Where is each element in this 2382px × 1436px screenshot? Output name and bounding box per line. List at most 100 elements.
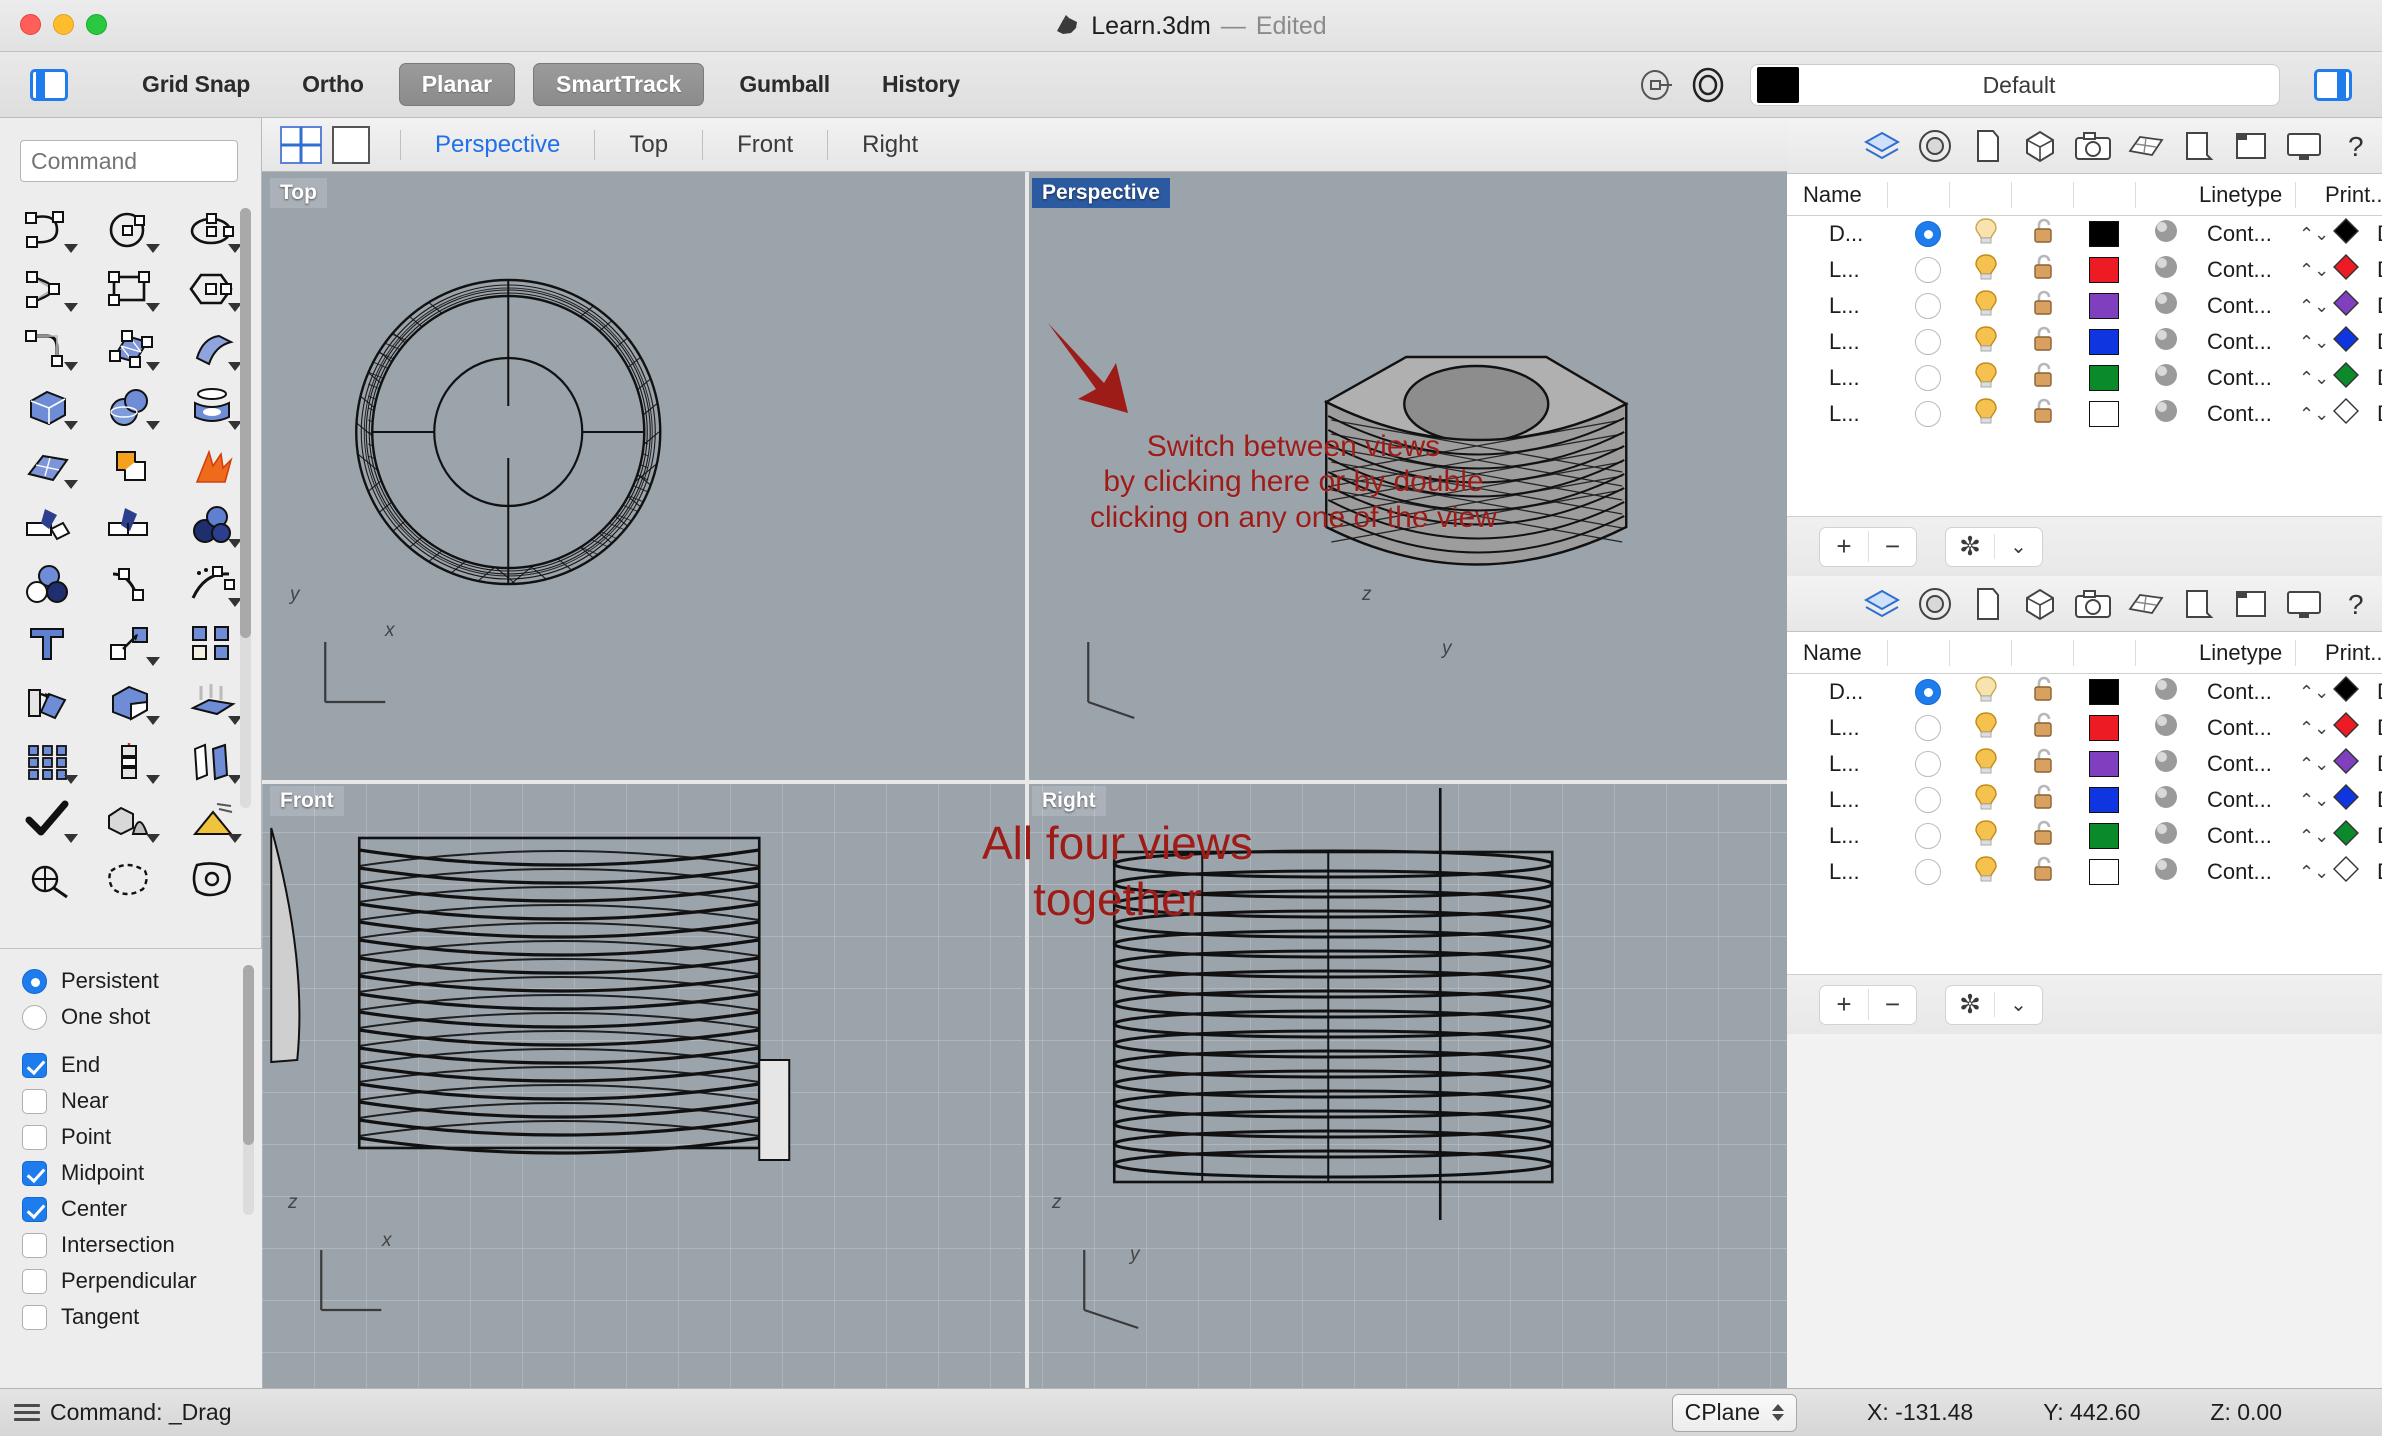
tool-surface-from-points-icon[interactable]	[90, 318, 172, 377]
layer-lock-icon[interactable]	[2031, 325, 2057, 359]
layer-print-color-swatch[interactable]	[2332, 711, 2360, 745]
layer-material-icon[interactable]	[2153, 820, 2179, 852]
layer-current-radio-icon[interactable]	[1915, 293, 1941, 319]
tool-boolean-difference-icon[interactable]	[8, 554, 90, 613]
persistent-radio-icon[interactable]	[22, 968, 47, 994]
layer-color-swatch[interactable]	[2089, 823, 2119, 849]
layer-color-swatch[interactable]	[2089, 787, 2119, 813]
display-mode-icon[interactable]	[1636, 65, 1680, 105]
osnap-intersection[interactable]: Intersection	[22, 1227, 262, 1263]
named-views-tab-icon[interactable]	[2226, 123, 2277, 169]
layer-print-width[interactable]: Default	[2377, 679, 2382, 705]
table-row[interactable]: D... Cont... ⌃⌄ Default	[1787, 674, 2382, 710]
gear-icon[interactable]: ✼	[1946, 531, 1994, 562]
tool-palette-scrollbar[interactable]	[240, 208, 251, 808]
layer-visibility-bulb-icon[interactable]	[1973, 783, 1999, 817]
materials-tab-icon[interactable]	[2121, 581, 2172, 627]
layer-material-icon[interactable]	[2153, 748, 2179, 780]
remove-layer-button[interactable]: −	[1868, 531, 1916, 562]
osnap-center[interactable]: Center	[22, 1191, 262, 1227]
osnap-near[interactable]: Near	[22, 1083, 262, 1119]
properties-tab-icon[interactable]	[1910, 581, 1961, 627]
layer-visibility-bulb-icon[interactable]	[1973, 325, 1999, 359]
layer-color-swatch[interactable]	[2089, 751, 2119, 777]
layer-lock-icon[interactable]	[2031, 361, 2057, 395]
add-remove-layer-segment[interactable]: + −	[1819, 984, 1917, 1025]
right-sidebar-toggle-icon[interactable]	[2314, 69, 2352, 101]
render-mode-icon[interactable]	[1686, 65, 1730, 105]
osnap-end[interactable]: End	[22, 1047, 262, 1083]
layer-current-radio-icon[interactable]	[1915, 823, 1941, 849]
layer-material-icon[interactable]	[2153, 856, 2179, 888]
layer-visibility-bulb-icon[interactable]	[1973, 289, 1999, 323]
layer-linetype-stepper-icon[interactable]: ⌃⌄	[2299, 404, 2329, 425]
layer-linetype[interactable]: Cont...	[2207, 823, 2272, 849]
layers-tab-icon[interactable]	[1857, 581, 1908, 627]
layer-linetype[interactable]: Cont...	[2207, 751, 2272, 777]
left-sidebar-toggle-icon[interactable]	[30, 68, 68, 101]
layout-tab-icon[interactable]	[2173, 581, 2224, 627]
layer-color-swatch[interactable]	[2089, 715, 2119, 741]
modeling-tool-palette[interactable]	[0, 200, 246, 898]
tool-sphere-icon[interactable]	[90, 377, 172, 436]
layer-visibility-bulb-icon[interactable]	[1973, 747, 1999, 781]
single-view-layout-icon[interactable]	[330, 125, 372, 164]
layer-linetype-stepper-icon[interactable]: ⌃⌄	[2299, 332, 2329, 353]
tool-check-icon[interactable]	[8, 790, 90, 849]
tangent-checkbox-icon[interactable]	[22, 1304, 47, 1330]
layer-material-icon[interactable]	[2153, 676, 2179, 708]
layer-print-color-swatch[interactable]	[2332, 675, 2360, 709]
layer-print-color-swatch[interactable]	[2332, 747, 2360, 781]
layer-print-width[interactable]: Default	[2377, 715, 2382, 741]
viewport-label-front[interactable]: Front	[270, 786, 344, 816]
tab-perspective[interactable]: Perspective	[421, 131, 574, 159]
layer-color-swatch[interactable]	[2089, 293, 2119, 319]
layers-tab-icon[interactable]	[1857, 123, 1908, 169]
table-row[interactable]: L... Cont... ⌃⌄ Default	[1787, 396, 2382, 432]
command-input[interactable]	[20, 140, 238, 182]
layer-material-icon[interactable]	[2153, 398, 2179, 430]
layer-linetype[interactable]: Cont...	[2207, 365, 2272, 391]
layer-current-radio-icon[interactable]	[1915, 751, 1941, 777]
table-row[interactable]: L... Cont... ⌃⌄ Default	[1787, 710, 2382, 746]
layer-print-width[interactable]: Default	[2377, 329, 2382, 355]
chevron-down-icon[interactable]: ⌄	[1994, 534, 2042, 559]
layer-current-radio-icon[interactable]	[1915, 257, 1941, 283]
viewport-label-top[interactable]: Top	[270, 178, 327, 208]
one-shot-radio-icon[interactable]	[22, 1004, 47, 1030]
layer-print-width[interactable]: Default	[2377, 293, 2382, 319]
layer-lock-icon[interactable]	[2031, 289, 2057, 323]
gear-icon[interactable]: ✼	[1946, 989, 1994, 1020]
midpoint-checkbox-icon[interactable]	[22, 1160, 47, 1186]
layer-linetype-stepper-icon[interactable]: ⌃⌄	[2299, 224, 2329, 245]
layer-material-icon[interactable]	[2153, 712, 2179, 744]
layer-linetype[interactable]: Cont...	[2207, 679, 2272, 705]
layer-print-color-swatch[interactable]	[2332, 819, 2360, 853]
tool-text-icon[interactable]	[8, 613, 90, 672]
materials-tab-icon[interactable]	[2121, 123, 2172, 169]
history-toggle[interactable]: History	[856, 71, 986, 98]
layer-print-width[interactable]: Default	[2377, 787, 2382, 813]
layer-current-radio-icon[interactable]	[1915, 365, 1941, 391]
layer-linetype-stepper-icon[interactable]: ⌃⌄	[2299, 368, 2329, 389]
tool-zoom-extents-icon[interactable]	[172, 849, 254, 908]
table-row[interactable]: D... Cont... ⌃⌄ Default	[1787, 216, 2382, 252]
remove-layer-button[interactable]: −	[1868, 989, 1916, 1020]
layer-color-swatch[interactable]	[2089, 401, 2119, 427]
layer-linetype-stepper-icon[interactable]: ⌃⌄	[2299, 862, 2329, 883]
table-row[interactable]: L... Cont... ⌃⌄ Default	[1787, 782, 2382, 818]
layer-visibility-bulb-icon[interactable]	[1973, 361, 1999, 395]
layer-material-icon[interactable]	[2153, 218, 2179, 250]
cplane-selector[interactable]: CPlane	[1671, 1393, 1798, 1432]
point-checkbox-icon[interactable]	[22, 1124, 47, 1150]
display-tab-icon[interactable]	[2279, 581, 2330, 627]
notes-tab-icon[interactable]	[1962, 581, 2013, 627]
layer-linetype-stepper-icon[interactable]: ⌃⌄	[2299, 826, 2329, 847]
layer-material-icon[interactable]	[2153, 362, 2179, 394]
gumball-toggle[interactable]: Gumball	[713, 71, 856, 98]
tool-circle-icon[interactable]	[90, 200, 172, 259]
chevron-down-icon[interactable]: ⌄	[1994, 992, 2042, 1017]
tool-fillet-icon[interactable]	[8, 318, 90, 377]
layer-linetype[interactable]: Cont...	[2207, 401, 2272, 427]
tool-mirror-icon[interactable]	[90, 731, 172, 790]
